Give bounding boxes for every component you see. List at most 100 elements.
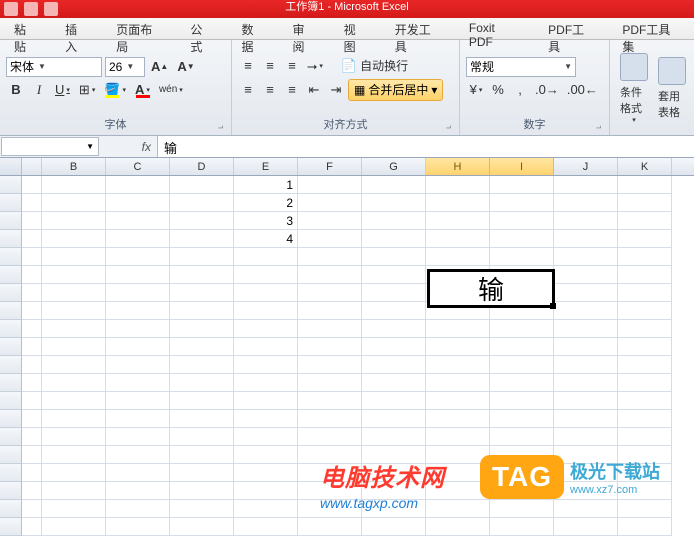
col-header[interactable]: E <box>234 158 298 175</box>
row-header[interactable] <box>0 410 22 428</box>
cell[interactable] <box>362 356 426 374</box>
cell[interactable] <box>426 392 490 410</box>
row-header[interactable] <box>0 212 22 230</box>
cell[interactable] <box>298 338 362 356</box>
cell[interactable] <box>42 302 106 320</box>
cell[interactable] <box>170 428 234 446</box>
cell[interactable] <box>22 500 42 518</box>
cell[interactable] <box>298 374 362 392</box>
cell[interactable]: 2 <box>234 194 298 212</box>
cell[interactable] <box>234 482 298 500</box>
row-header[interactable] <box>0 302 22 320</box>
col-header-a-edge[interactable] <box>22 158 42 175</box>
cell[interactable] <box>170 320 234 338</box>
cell[interactable] <box>106 500 170 518</box>
cell[interactable] <box>490 428 554 446</box>
cell[interactable] <box>106 518 170 536</box>
cell[interactable] <box>42 410 106 428</box>
increase-decimal-button[interactable]: .0→ <box>532 80 562 100</box>
cell[interactable] <box>362 266 426 284</box>
cell[interactable] <box>554 338 618 356</box>
row-header[interactable] <box>0 176 22 194</box>
cell[interactable] <box>170 230 234 248</box>
cell-styles-button[interactable]: 套用表格 <box>654 55 690 122</box>
row-header[interactable] <box>0 356 22 374</box>
row-header[interactable] <box>0 464 22 482</box>
tab-pagelayout[interactable]: 页面布局 <box>102 18 176 39</box>
font-family-combo[interactable]: 宋体▼ <box>6 57 102 77</box>
cell[interactable] <box>234 464 298 482</box>
cell[interactable] <box>298 320 362 338</box>
col-header[interactable]: J <box>554 158 618 175</box>
tab-dev[interactable]: 开发工具 <box>381 18 455 39</box>
col-header[interactable]: C <box>106 158 170 175</box>
row-header[interactable] <box>0 248 22 266</box>
cell[interactable] <box>298 356 362 374</box>
cell[interactable] <box>554 374 618 392</box>
cell[interactable] <box>234 374 298 392</box>
cell[interactable] <box>554 392 618 410</box>
tab-insert[interactable]: 插入 <box>51 18 102 39</box>
decrease-decimal-button[interactable]: .00← <box>564 80 601 100</box>
bold-button[interactable]: B <box>6 80 26 100</box>
row-header[interactable] <box>0 194 22 212</box>
number-format-combo[interactable]: 常规▼ <box>466 57 576 77</box>
cell[interactable] <box>170 410 234 428</box>
cell[interactable] <box>362 284 426 302</box>
row-header[interactable] <box>0 518 22 536</box>
cell[interactable] <box>554 194 618 212</box>
cell[interactable] <box>362 212 426 230</box>
cell[interactable] <box>618 392 672 410</box>
cell[interactable] <box>106 248 170 266</box>
cell[interactable] <box>554 302 618 320</box>
cell[interactable] <box>170 464 234 482</box>
cell[interactable] <box>618 176 672 194</box>
cell[interactable] <box>42 464 106 482</box>
cell[interactable] <box>618 248 672 266</box>
cell[interactable] <box>106 374 170 392</box>
cell[interactable] <box>362 320 426 338</box>
row-header[interactable] <box>0 500 22 518</box>
cell[interactable] <box>170 374 234 392</box>
cell[interactable] <box>554 284 618 302</box>
cell[interactable] <box>42 230 106 248</box>
cell[interactable] <box>22 302 42 320</box>
cell[interactable] <box>490 356 554 374</box>
cell[interactable] <box>42 392 106 410</box>
cell[interactable] <box>490 392 554 410</box>
cell[interactable] <box>170 194 234 212</box>
row-header[interactable] <box>0 284 22 302</box>
cell[interactable] <box>298 194 362 212</box>
cell[interactable] <box>22 284 42 302</box>
cell[interactable] <box>362 410 426 428</box>
cell[interactable] <box>170 266 234 284</box>
cell[interactable] <box>106 410 170 428</box>
cell[interactable] <box>42 284 106 302</box>
underline-button[interactable]: U▾ <box>52 80 73 100</box>
cell[interactable] <box>426 212 490 230</box>
col-header[interactable]: G <box>362 158 426 175</box>
cell[interactable] <box>106 266 170 284</box>
qat-redo-icon[interactable] <box>44 2 58 16</box>
qat-undo-icon[interactable] <box>24 2 38 16</box>
currency-button[interactable]: ¥▾ <box>466 80 486 100</box>
cell[interactable] <box>426 194 490 212</box>
shrink-font-icon[interactable]: A▼ <box>174 57 197 77</box>
cell[interactable] <box>170 248 234 266</box>
orientation-icon[interactable]: ⭢▾ <box>304 56 326 76</box>
cell[interactable] <box>362 392 426 410</box>
cell[interactable] <box>22 356 42 374</box>
cell[interactable] <box>362 194 426 212</box>
cell[interactable] <box>106 284 170 302</box>
cell[interactable] <box>42 356 106 374</box>
cell[interactable] <box>618 230 672 248</box>
cell[interactable] <box>426 428 490 446</box>
cell[interactable] <box>42 194 106 212</box>
cell[interactable] <box>298 410 362 428</box>
cell[interactable] <box>234 320 298 338</box>
tab-review[interactable]: 审阅 <box>279 18 330 39</box>
cell[interactable] <box>362 428 426 446</box>
cell[interactable] <box>362 230 426 248</box>
pinyin-button[interactable]: wén▾ <box>156 80 186 100</box>
cell[interactable] <box>22 230 42 248</box>
